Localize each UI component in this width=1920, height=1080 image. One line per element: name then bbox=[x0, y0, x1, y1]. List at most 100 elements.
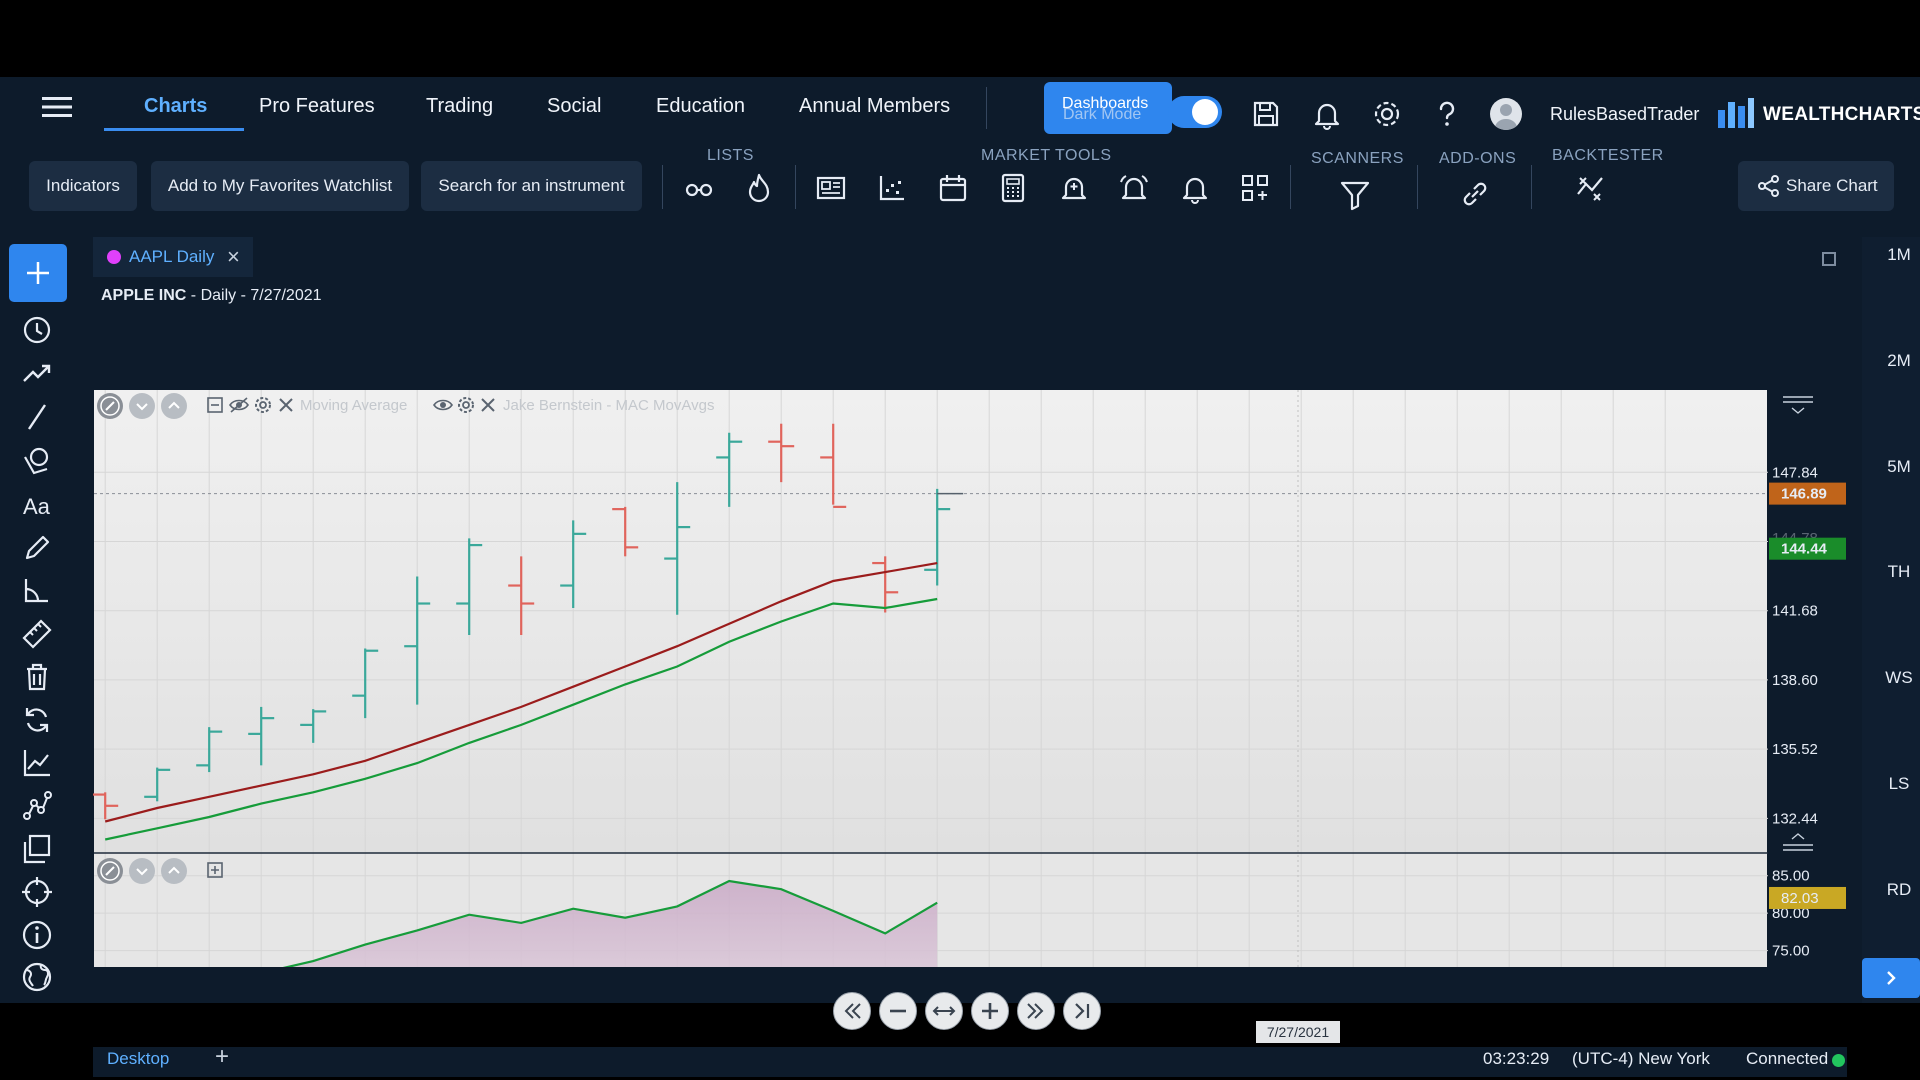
timezone-selector[interactable]: (UTC-4) New York bbox=[1572, 1049, 1710, 1069]
scatter-plot-icon[interactable] bbox=[876, 172, 908, 204]
dashboards-button[interactable]: Dashboards Dark Mode bbox=[1044, 82, 1172, 134]
timeframe-th[interactable]: TH bbox=[1880, 562, 1918, 582]
nav-trading[interactable]: Trading bbox=[426, 95, 493, 118]
calendar-icon[interactable] bbox=[937, 172, 969, 204]
timeframe-2m[interactable]: 2M bbox=[1880, 351, 1918, 371]
nav-social[interactable]: Social bbox=[547, 95, 601, 118]
addons-link-icon[interactable] bbox=[1459, 178, 1491, 210]
calculator-icon[interactable] bbox=[997, 172, 1029, 204]
remove-mac-icon[interactable] bbox=[480, 396, 496, 414]
save-icon[interactable] bbox=[1250, 98, 1282, 130]
scanners-group-label: SCANNERS bbox=[1311, 150, 1404, 167]
shapes-tool-icon[interactable] bbox=[19, 443, 55, 479]
timeframe-ls[interactable]: LS bbox=[1880, 774, 1918, 794]
backtester-icon[interactable] bbox=[1574, 172, 1606, 204]
last-price-value: 146.89 bbox=[1781, 486, 1827, 503]
username[interactable]: RulesBasedTrader bbox=[1550, 104, 1699, 125]
fit-width-icon[interactable] bbox=[925, 992, 963, 1030]
scroll-to-latest-icon[interactable] bbox=[1063, 992, 1101, 1030]
osc-expand-icon[interactable] bbox=[161, 858, 187, 884]
osc-collapse-icon[interactable] bbox=[129, 858, 155, 884]
zoom-in-icon[interactable] bbox=[971, 992, 1009, 1030]
info-icon[interactable] bbox=[19, 917, 55, 953]
addons-group-label: ADD-ONS bbox=[1439, 150, 1517, 167]
refresh-icon[interactable] bbox=[19, 702, 55, 738]
price-axis-tick: 138.60 bbox=[1772, 672, 1818, 689]
osc-lock-icon[interactable] bbox=[97, 858, 123, 884]
alert-list-icon[interactable] bbox=[1179, 172, 1211, 204]
heatmap-grid-icon[interactable] bbox=[1239, 172, 1271, 204]
show-indicator-icon[interactable] bbox=[432, 396, 454, 414]
news-icon[interactable] bbox=[815, 172, 847, 204]
app-window: Charts Pro Features Trading Social Educa… bbox=[0, 77, 1920, 1077]
share-chart-button[interactable]: Share Chart bbox=[1738, 161, 1894, 211]
add-to-favorites-button[interactable]: Add to My Favorites Watchlist bbox=[151, 161, 409, 211]
ma-value: 144.44 bbox=[1781, 541, 1828, 558]
nav-education[interactable]: Education bbox=[656, 95, 745, 118]
lists-group-label: LISTS bbox=[707, 147, 754, 164]
target-icon[interactable] bbox=[19, 874, 55, 910]
price-axis-tick: 147.84 bbox=[1772, 464, 1818, 481]
price-alert-icon[interactable] bbox=[1058, 172, 1090, 204]
globe-icon[interactable] bbox=[19, 959, 55, 995]
oscillator-axis-tick: 85.00 bbox=[1772, 868, 1810, 885]
text-tool-icon[interactable]: Aa bbox=[19, 487, 55, 523]
mac-settings-icon[interactable] bbox=[457, 396, 475, 414]
scroll-back-fast-icon[interactable] bbox=[833, 992, 871, 1030]
hot-list-flame-icon[interactable] bbox=[743, 172, 775, 204]
layers-icon[interactable] bbox=[19, 831, 55, 867]
trendline-tool-icon[interactable] bbox=[19, 399, 55, 435]
user-avatar[interactable] bbox=[1490, 98, 1522, 130]
toolbar-divider bbox=[1531, 165, 1532, 209]
price-chart[interactable]: 147.84141.68138.60135.52132.44144.78146.… bbox=[93, 237, 1847, 967]
line-chart-icon[interactable] bbox=[19, 745, 55, 781]
market-tools-group-label: MARKET TOOLS bbox=[981, 147, 1112, 164]
watchlist-glasses-icon[interactable] bbox=[683, 172, 715, 204]
instrument-search-input[interactable]: Search for an instrument bbox=[421, 161, 642, 211]
timeframe-5m[interactable]: 5M bbox=[1880, 457, 1918, 477]
trend-arrow-icon[interactable] bbox=[19, 355, 55, 391]
moving-average-label[interactable]: Moving Average bbox=[300, 397, 407, 414]
alarm-bell-icon[interactable] bbox=[1118, 172, 1150, 204]
oscillator-axis-tick: 75.00 bbox=[1772, 943, 1810, 960]
settings-gear-icon[interactable] bbox=[1371, 98, 1403, 130]
pane-collapse-icon[interactable] bbox=[129, 393, 155, 419]
timeframe-rd[interactable]: RD bbox=[1880, 880, 1918, 900]
add-workspace-icon[interactable]: + bbox=[215, 1043, 229, 1071]
oscillator-value: 82.03 bbox=[1781, 890, 1819, 907]
trash-icon[interactable] bbox=[19, 659, 55, 695]
pane-lock-icon[interactable] bbox=[97, 393, 123, 419]
nav-annual-members[interactable]: Annual Members bbox=[799, 95, 950, 118]
timeframe-1m[interactable]: 1M bbox=[1880, 245, 1918, 265]
expand-panel-button[interactable] bbox=[1862, 958, 1920, 998]
mac-movavgs-label[interactable]: Jake Bernstein - MAC MovAvgs bbox=[503, 397, 714, 414]
osc-add-icon[interactable] bbox=[206, 861, 224, 879]
ruler-tool-icon[interactable] bbox=[19, 616, 55, 652]
price-axis-tick: 135.52 bbox=[1772, 741, 1818, 758]
help-icon[interactable] bbox=[1431, 98, 1463, 130]
angle-tool-icon[interactable] bbox=[19, 573, 55, 609]
dark-mode-toggle[interactable] bbox=[1168, 96, 1222, 128]
nav-charts[interactable]: Charts bbox=[144, 95, 207, 118]
workspace-tab-desktop[interactable]: Desktop bbox=[107, 1049, 169, 1069]
path-nodes-icon[interactable] bbox=[19, 788, 55, 824]
zoom-out-icon[interactable] bbox=[879, 992, 917, 1030]
indicator-settings-icon[interactable] bbox=[254, 396, 272, 414]
scanner-filter-icon[interactable] bbox=[1339, 179, 1371, 211]
notifications-bell-icon[interactable] bbox=[1311, 98, 1343, 130]
crosshair-date-label: 7/27/2021 bbox=[1256, 1021, 1340, 1043]
scroll-forward-fast-icon[interactable] bbox=[1017, 992, 1055, 1030]
history-clock-icon[interactable] bbox=[19, 312, 55, 348]
indicator-toggle-icon[interactable] bbox=[206, 396, 224, 414]
nav-pro-features[interactable]: Pro Features bbox=[259, 95, 375, 118]
indicators-button[interactable]: Indicators bbox=[29, 161, 137, 211]
timeframe-ws[interactable]: WS bbox=[1880, 668, 1918, 688]
remove-indicator-icon[interactable] bbox=[278, 396, 294, 414]
hide-indicator-icon[interactable] bbox=[228, 396, 250, 414]
drawing-toolbar: Aa bbox=[0, 237, 72, 1003]
pencil-tool-icon[interactable] bbox=[19, 530, 55, 566]
svg-text:Aa: Aa bbox=[23, 494, 51, 519]
hamburger-menu-icon[interactable] bbox=[42, 95, 72, 119]
pane-expand-icon[interactable] bbox=[161, 393, 187, 419]
crosshair-tool-button[interactable] bbox=[9, 244, 67, 302]
